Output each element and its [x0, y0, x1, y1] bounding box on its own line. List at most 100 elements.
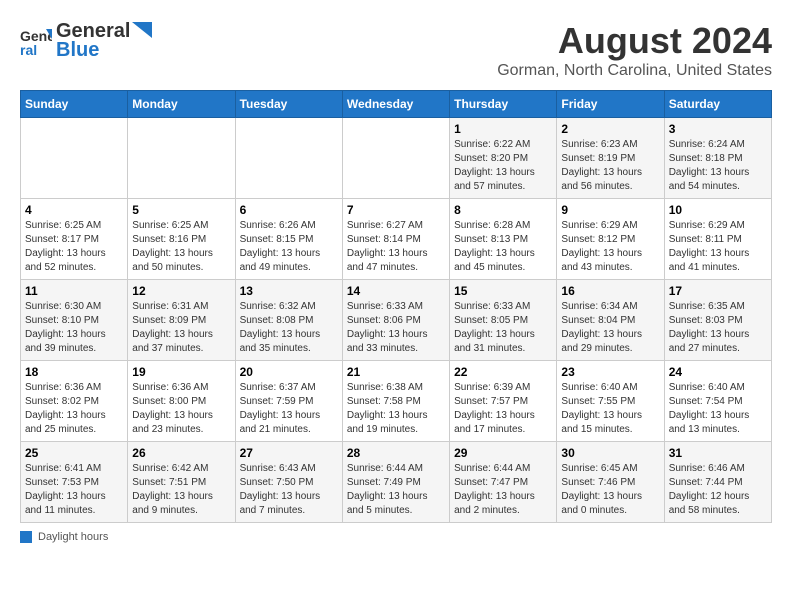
day-number: 25	[25, 446, 123, 460]
day-header-thursday: Thursday	[450, 91, 557, 118]
calendar-week-row: 1 Sunrise: 6:22 AM Sunset: 8:20 PM Daylig…	[21, 118, 772, 199]
day-info-text: Sunrise: 6:45 AM Sunset: 7:46 PM Dayligh…	[561, 462, 659, 518]
day-info-text: Sunrise: 6:37 AM Sunset: 7:59 PM Dayligh…	[240, 381, 338, 437]
calendar-cell: 26Sunrise: 6:42 AM Sunset: 7:51 PM Dayli…	[128, 442, 235, 523]
day-info-text: Sunrise: 6:39 AM Sunset: 7:57 PM Dayligh…	[454, 381, 552, 437]
day-header-tuesday: Tuesday	[235, 91, 342, 118]
day-number: 15	[454, 284, 552, 298]
day-header-saturday: Saturday	[664, 91, 771, 118]
day-info-text: Sunrise: 6:40 AM Sunset: 7:54 PM Dayligh…	[669, 381, 767, 437]
day-number: 21	[347, 365, 445, 379]
calendar-cell: 27 Sunrise: 6:43 AM Sunset: 7:50 PM Dayli…	[235, 442, 342, 523]
day-info-text: Sunrise: 6:31 AM Sunset: 8:09 PM Dayligh…	[132, 300, 230, 356]
calendar-cell: 5 Sunrise: 6:25 AM Sunset: 8:16 PM Daylig…	[128, 199, 235, 280]
title-block: August 2024 Gorman, North Carolina, Unit…	[497, 20, 772, 80]
calendar-cell: 25Sunrise: 6:41 AM Sunset: 7:53 PM Dayli…	[21, 442, 128, 523]
calendar-cell: 4 Sunrise: 6:25 AM Sunset: 8:17 PM Daylig…	[21, 199, 128, 280]
day-info-text: Sunrise: 6:40 AM Sunset: 7:55 PM Dayligh…	[561, 381, 659, 437]
day-headers-row: SundayMondayTuesdayWednesdayThursdayFrid…	[21, 91, 772, 118]
day-info-text: Sunrise: 6:22 AM Sunset: 8:20 PM Dayligh…	[454, 138, 552, 194]
page-header: Gene ral General Blue August 2024 Gorman…	[20, 20, 772, 80]
day-info-text: Sunrise: 6:24 AM Sunset: 8:18 PM Dayligh…	[669, 138, 767, 194]
calendar-cell: 19 Sunrise: 6:36 AM Sunset: 8:00 PM Dayli…	[128, 361, 235, 442]
day-info-text: Sunrise: 6:33 AM Sunset: 8:05 PM Dayligh…	[454, 300, 552, 356]
month-year-title: August 2024	[497, 20, 772, 62]
calendar-week-row: 25Sunrise: 6:41 AM Sunset: 7:53 PM Dayli…	[21, 442, 772, 523]
day-info-text: Sunrise: 6:32 AM Sunset: 8:08 PM Dayligh…	[240, 300, 338, 356]
day-info-text: Sunrise: 6:33 AM Sunset: 8:06 PM Dayligh…	[347, 300, 445, 356]
day-info-text: Sunrise: 6:34 AM Sunset: 8:04 PM Dayligh…	[561, 300, 659, 356]
calendar-cell	[21, 118, 128, 199]
day-number: 28	[347, 446, 445, 460]
location-subtitle: Gorman, North Carolina, United States	[497, 62, 772, 80]
day-info-text: Sunrise: 6:44 AM Sunset: 7:47 PM Dayligh…	[454, 462, 552, 518]
day-number: 22	[454, 365, 552, 379]
calendar-cell: 3 Sunrise: 6:24 AM Sunset: 8:18 PM Daylig…	[664, 118, 771, 199]
day-number: 1	[454, 122, 552, 136]
day-number: 11	[25, 284, 123, 298]
calendar-cell: 22 Sunrise: 6:39 AM Sunset: 7:57 PM Dayli…	[450, 361, 557, 442]
day-number: 19	[132, 365, 230, 379]
day-info-text: Sunrise: 6:23 AM Sunset: 8:19 PM Dayligh…	[561, 138, 659, 194]
day-info-text: Sunrise: 6:36 AM Sunset: 8:00 PM Dayligh…	[132, 381, 230, 437]
day-number: 29	[454, 446, 552, 460]
day-info-text: Sunrise: 6:29 AM Sunset: 8:12 PM Dayligh…	[561, 219, 659, 275]
day-info-text: Sunrise: 6:29 AM Sunset: 8:11 PM Dayligh…	[669, 219, 767, 275]
calendar-week-row: 18 Sunrise: 6:36 AM Sunset: 8:02 PM Dayli…	[21, 361, 772, 442]
day-number: 16	[561, 284, 659, 298]
calendar-cell: 13 Sunrise: 6:32 AM Sunset: 8:08 PM Dayli…	[235, 280, 342, 361]
calendar-cell: 16 Sunrise: 6:34 AM Sunset: 8:04 PM Dayli…	[557, 280, 664, 361]
calendar-cell: 17 Sunrise: 6:35 AM Sunset: 8:03 PM Dayli…	[664, 280, 771, 361]
day-number: 6	[240, 203, 338, 217]
day-number: 12	[132, 284, 230, 298]
calendar-week-row: 4 Sunrise: 6:25 AM Sunset: 8:17 PM Daylig…	[21, 199, 772, 280]
calendar-cell: 30Sunrise: 6:45 AM Sunset: 7:46 PM Dayli…	[557, 442, 664, 523]
calendar-cell: 12 Sunrise: 6:31 AM Sunset: 8:09 PM Dayli…	[128, 280, 235, 361]
day-number: 10	[669, 203, 767, 217]
calendar-cell: 14Sunrise: 6:33 AM Sunset: 8:06 PM Dayli…	[342, 280, 449, 361]
calendar-cell: 9 Sunrise: 6:29 AM Sunset: 8:12 PM Daylig…	[557, 199, 664, 280]
day-number: 17	[669, 284, 767, 298]
day-number: 5	[132, 203, 230, 217]
calendar-cell: 31Sunrise: 6:46 AM Sunset: 7:44 PM Dayli…	[664, 442, 771, 523]
day-info-text: Sunrise: 6:38 AM Sunset: 7:58 PM Dayligh…	[347, 381, 445, 437]
day-number: 26	[132, 446, 230, 460]
day-number: 3	[669, 122, 767, 136]
calendar-cell	[128, 118, 235, 199]
day-info-text: Sunrise: 6:26 AM Sunset: 8:15 PM Dayligh…	[240, 219, 338, 275]
calendar-cell: 10 Sunrise: 6:29 AM Sunset: 8:11 PM Dayli…	[664, 199, 771, 280]
day-number: 27	[240, 446, 338, 460]
day-number: 7	[347, 203, 445, 217]
calendar-cell: 1 Sunrise: 6:22 AM Sunset: 8:20 PM Daylig…	[450, 118, 557, 199]
calendar-week-row: 11 Sunrise: 6:30 AM Sunset: 8:10 PM Dayli…	[21, 280, 772, 361]
logo-triangle-icon	[132, 22, 152, 42]
day-number: 23	[561, 365, 659, 379]
day-info-text: Sunrise: 6:35 AM Sunset: 8:03 PM Dayligh…	[669, 300, 767, 356]
day-number: 8	[454, 203, 552, 217]
calendar-cell: 20Sunrise: 6:37 AM Sunset: 7:59 PM Dayli…	[235, 361, 342, 442]
day-number: 4	[25, 203, 123, 217]
day-info-text: Sunrise: 6:25 AM Sunset: 8:16 PM Dayligh…	[132, 219, 230, 275]
day-info-text: Sunrise: 6:25 AM Sunset: 8:17 PM Dayligh…	[25, 219, 123, 275]
calendar-cell: 21 Sunrise: 6:38 AM Sunset: 7:58 PM Dayli…	[342, 361, 449, 442]
footer-label: Daylight hours	[38, 531, 108, 543]
day-number: 18	[25, 365, 123, 379]
day-number: 9	[561, 203, 659, 217]
calendar-cell: 15 Sunrise: 6:33 AM Sunset: 8:05 PM Dayli…	[450, 280, 557, 361]
calendar-cell: 7Sunrise: 6:27 AM Sunset: 8:14 PM Daylig…	[342, 199, 449, 280]
calendar-cell: 28Sunrise: 6:44 AM Sunset: 7:49 PM Dayli…	[342, 442, 449, 523]
day-number: 13	[240, 284, 338, 298]
day-number: 2	[561, 122, 659, 136]
day-header-friday: Friday	[557, 91, 664, 118]
day-header-sunday: Sunday	[21, 91, 128, 118]
day-header-monday: Monday	[128, 91, 235, 118]
logo-icon: Gene ral	[20, 25, 52, 57]
calendar-cell: 11 Sunrise: 6:30 AM Sunset: 8:10 PM Dayli…	[21, 280, 128, 361]
day-info-text: Sunrise: 6:36 AM Sunset: 8:02 PM Dayligh…	[25, 381, 123, 437]
day-info-text: Sunrise: 6:43 AM Sunset: 7:50 PM Dayligh…	[240, 462, 338, 518]
svg-text:ral: ral	[20, 42, 37, 57]
calendar-cell	[235, 118, 342, 199]
calendar-cell	[342, 118, 449, 199]
day-info-text: Sunrise: 6:30 AM Sunset: 8:10 PM Dayligh…	[25, 300, 123, 356]
calendar-cell: 6 Sunrise: 6:26 AM Sunset: 8:15 PM Daylig…	[235, 199, 342, 280]
